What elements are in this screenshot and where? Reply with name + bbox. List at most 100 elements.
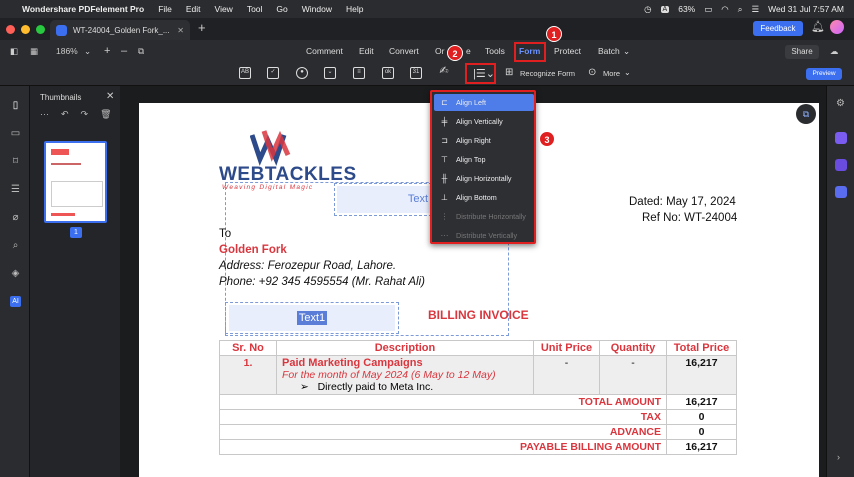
fields-icon[interactable]: ☰ [10, 184, 21, 195]
cloud-upload-icon[interactable]: ☁ [830, 40, 839, 62]
page-number[interactable]: 1 [70, 227, 82, 238]
zoom-level[interactable]: 186% [56, 40, 78, 62]
list-box-icon[interactable]: ≡ [353, 67, 365, 79]
page-icon[interactable]: ▯ [10, 100, 21, 111]
logo-mark-icon [249, 130, 291, 166]
menubar-datetime[interactable]: Wed 31 Jul 7:57 AM [768, 4, 844, 14]
align-vertically-label: Align Vertically [456, 117, 503, 126]
total-amount-label: TOTAL AMOUNT [219, 394, 667, 410]
thumb-table [51, 181, 103, 207]
chat-ai-icon[interactable] [835, 132, 847, 144]
thumb-address [51, 163, 81, 177]
zoom-in-icon[interactable]: + [104, 40, 110, 62]
tab-convert[interactable]: Convert [389, 40, 419, 62]
distribute-vertically-icon: ⋯ [440, 231, 449, 240]
tab-bar: WT-24004_Golden Fork_... ✕ + Feedback 🔔︎ [0, 18, 854, 40]
header-description: Description [276, 340, 534, 356]
avatar[interactable] [830, 20, 844, 34]
header-quantity: Quantity [599, 340, 667, 356]
comment-icon[interactable]: ▭ [10, 128, 21, 139]
distribute-horizontally-option[interactable]: ⋮ Distribute Horizontally [434, 208, 534, 225]
wifi-icon[interactable]: ◠ [721, 4, 728, 15]
distribute-vertically-option[interactable]: ⋯ Distribute Vertically [434, 227, 534, 244]
menu-file[interactable]: File [158, 4, 172, 14]
distribute-vertically-label: Distribute Vertically [456, 231, 518, 240]
zoom-dropdown-icon[interactable]: ⌄ [84, 40, 91, 62]
page-thumbnail[interactable] [44, 141, 107, 223]
combo-box-icon[interactable]: ⌄ [324, 67, 336, 79]
align-right-option[interactable]: ⊐ Align Right [434, 132, 534, 149]
share-button[interactable]: Share [785, 45, 819, 59]
clock-icon[interactable]: ◷ [644, 4, 651, 15]
thumb-footer [51, 213, 75, 216]
menu-edit[interactable]: Edit [186, 4, 201, 14]
minimize-window-button[interactable] [21, 24, 30, 34]
text-field-bottom[interactable]: Text1 [229, 305, 395, 331]
align-left-option[interactable]: ⊏ Align Left [434, 94, 534, 111]
attachment-icon[interactable]: ⌀ [10, 212, 21, 223]
menu-view[interactable]: View [215, 4, 233, 14]
zoom-out-icon[interactable]: – [121, 40, 127, 62]
menu-go[interactable]: Go [276, 4, 287, 14]
feedback-button[interactable]: Feedback [753, 21, 803, 36]
document-tab-title: WT-24004_Golden Fork_... [73, 25, 170, 35]
signature-field-icon[interactable]: ✍ [438, 66, 450, 79]
align-horizontally-option[interactable]: ╫ Align Horizontally [434, 170, 534, 187]
tab-organize-end[interactable]: e [466, 40, 471, 62]
ai-assistant-float-icon[interactable]: ⧉ [796, 104, 816, 124]
recognize-form-button[interactable]: Recognize Form [520, 69, 575, 78]
document-tab[interactable]: WT-24004_Golden Fork_... ✕ [50, 20, 190, 40]
battery-icon[interactable]: ▭ [704, 4, 712, 15]
text-field-icon[interactable]: AB [239, 67, 251, 79]
expand-right-icon[interactable]: › [837, 452, 840, 462]
menu-help[interactable]: Help [346, 4, 363, 14]
new-tab-icon[interactable]: + [198, 20, 206, 35]
rotate-right-icon[interactable]: ↷ [81, 109, 89, 120]
align-bottom-option[interactable]: ⊥ Align Bottom [434, 189, 534, 206]
menu-window[interactable]: Window [302, 4, 332, 14]
tab-tools[interactable]: Tools [485, 40, 505, 62]
align-top-label: Align Top [456, 155, 486, 164]
align-top-option[interactable]: ⊤ Align Top [434, 151, 534, 168]
layout-icon[interactable]: ▦ [30, 40, 38, 62]
batch-chevron-icon[interactable]: ⌄ [623, 40, 630, 62]
search-icon[interactable]: ⌕ [738, 4, 743, 15]
more-button[interactable]: More [603, 69, 620, 78]
table-row: PAYABLE BILLING AMOUNT 16,217 [219, 439, 737, 455]
tab-comment[interactable]: Comment [306, 40, 343, 62]
search-panel-icon[interactable]: ⌕ [10, 240, 21, 251]
close-tab-icon[interactable]: ✕ [177, 26, 184, 35]
align-button-highlight [465, 63, 496, 84]
close-thumbnails-icon[interactable]: ✕ [106, 91, 114, 102]
fit-page-icon[interactable]: ⧉ [138, 40, 144, 62]
properties-icon[interactable]: ⚙ [836, 98, 845, 109]
date-field-icon[interactable]: 31 [410, 67, 422, 79]
align-vertically-option[interactable]: ╪ Align Vertically [434, 113, 534, 130]
check-ai-icon[interactable] [835, 159, 847, 171]
bell-icon[interactable]: 🔔︎ [811, 20, 825, 33]
bookmark-icon[interactable]: ⌑ [10, 156, 21, 167]
trash-icon[interactable]: 🗑︎ [100, 109, 111, 120]
options-icon[interactable]: ··· [40, 109, 49, 120]
align-right-icon: ⊐ [441, 136, 448, 145]
input-source-icon[interactable]: A [660, 5, 670, 13]
more-chevron-icon[interactable]: ⌄ [624, 68, 631, 77]
menu-tool[interactable]: Tool [247, 4, 263, 14]
close-window-button[interactable] [6, 24, 15, 34]
checkbox-icon[interactable]: ✓ [267, 67, 279, 79]
tab-protect[interactable]: Protect [554, 40, 581, 62]
translate-icon[interactable] [835, 186, 847, 198]
tab-organize-start[interactable]: Or [435, 40, 444, 62]
tab-batch[interactable]: Batch [598, 40, 620, 62]
ai-icon[interactable]: AI [10, 296, 21, 307]
rotate-left-icon[interactable]: ↶ [61, 109, 69, 120]
tab-edit[interactable]: Edit [359, 40, 374, 62]
control-center-icon[interactable]: ☰ [751, 4, 759, 15]
radio-button-icon[interactable]: ● [296, 67, 308, 79]
app-name-menu[interactable]: Wondershare PDFelement Pro [22, 4, 144, 14]
button-field-icon[interactable]: ok [382, 67, 394, 79]
sidebar-toggle-icon[interactable]: ◧ [10, 40, 18, 62]
zoom-window-button[interactable] [36, 24, 45, 34]
preview-button[interactable]: Preview [806, 68, 842, 80]
layers-icon[interactable]: ◈ [10, 268, 21, 279]
